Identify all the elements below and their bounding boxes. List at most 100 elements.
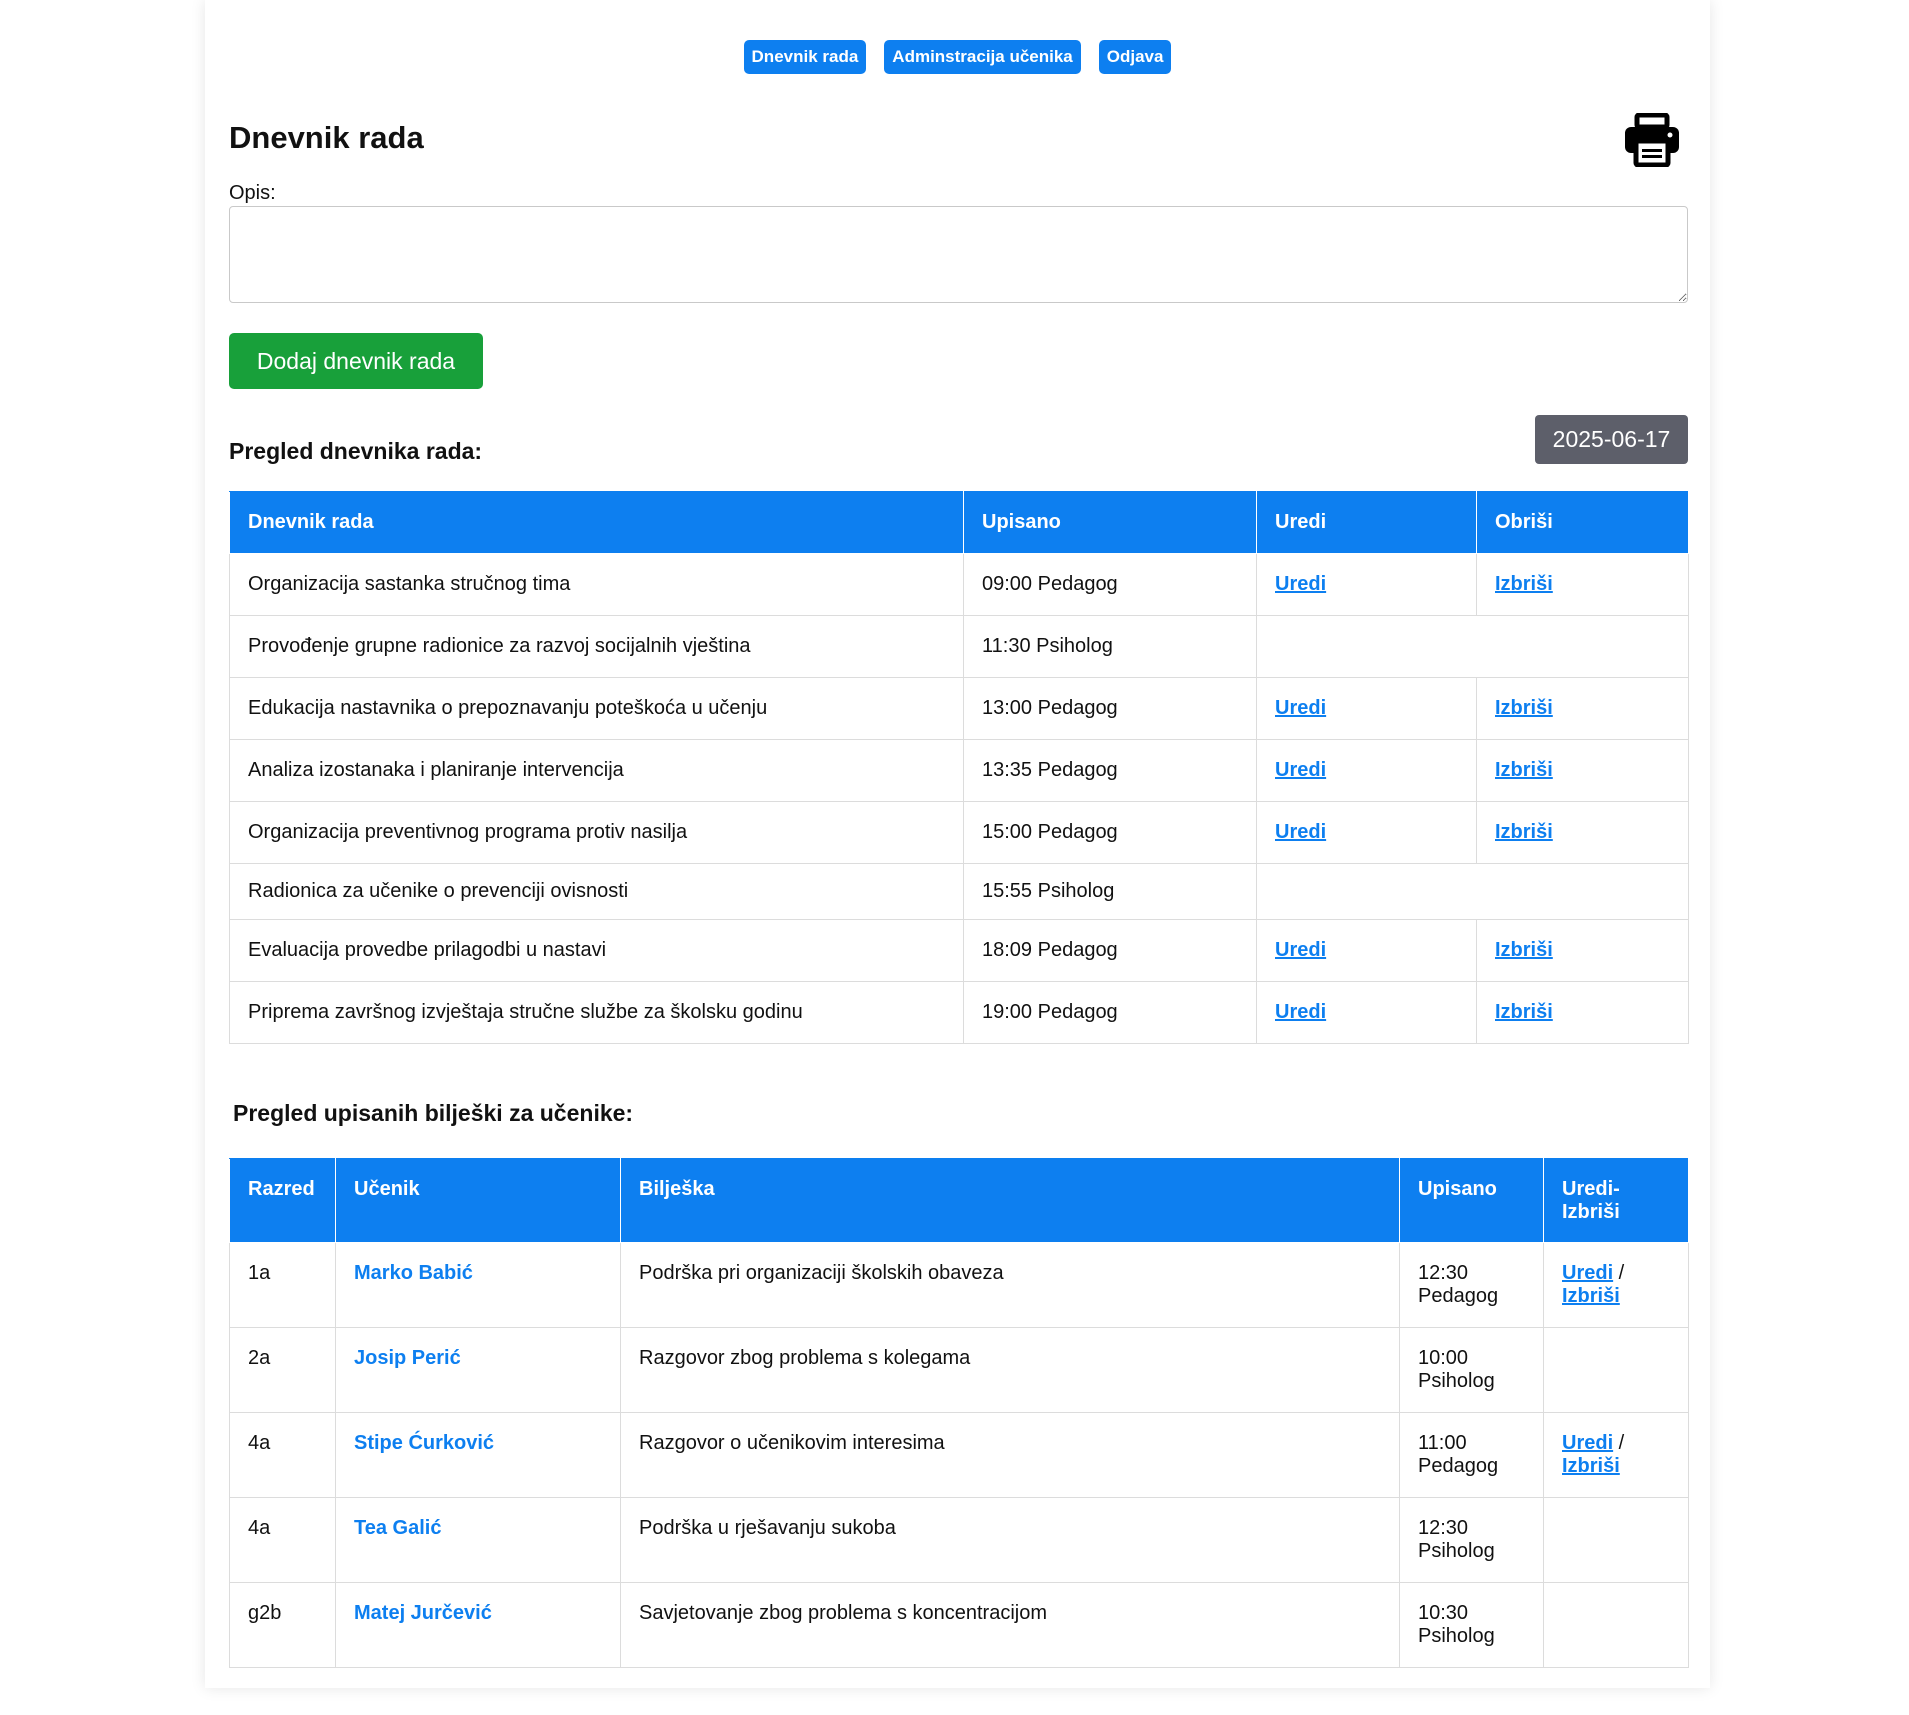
delete-link[interactable]: Izbriši — [1495, 1001, 1553, 1023]
journal-entry-text: Priprema završnog izvještaja stručne slu… — [229, 981, 964, 1044]
action-separator: / — [1613, 1262, 1625, 1284]
note-actions: Uredi / Izbriši — [1543, 1412, 1689, 1498]
edit-link[interactable]: Uredi — [1275, 821, 1326, 843]
note-actions — [1543, 1582, 1689, 1668]
page-container: Dnevnik rada Adminstracija učenika Odjava … — [205, 0, 1710, 1688]
edit-link[interactable]: Uredi — [1275, 697, 1326, 719]
notes-table: Razred Učenik Bilješka Upisano Uredi- Izb… — [229, 1158, 1689, 1668]
journal-entry-upisano: 15:55 Psiholog — [963, 863, 1257, 920]
top-nav: Dnevnik rada Adminstracija učenika Odjava — [205, 40, 1710, 74]
student-link[interactable]: Matej Jurčević — [354, 1602, 492, 1624]
note-time: 10:00 — [1418, 1347, 1469, 1369]
journal-delete-cell: Izbriši — [1476, 677, 1689, 740]
delete-link[interactable]: Izbriši — [1562, 1285, 1620, 1307]
note-actions — [1543, 1327, 1689, 1413]
notes-heading: Pregled upisanih bilješki za učenike: — [233, 1100, 634, 1126]
journal-entry-upisano: 11:30 Psiholog — [963, 615, 1257, 678]
edit-link[interactable]: Uredi — [1275, 573, 1326, 595]
note-biljeska: Podrška u rješavanju sukoba — [620, 1497, 1400, 1583]
delete-link[interactable]: Izbriši — [1495, 573, 1553, 595]
note-biljeska: Podrška pri organizaciji školskih obavez… — [620, 1242, 1400, 1328]
note-time: 10:30 — [1418, 1602, 1469, 1624]
nav-dnevnik-rada[interactable]: Dnevnik rada — [743, 40, 867, 74]
nav-administracija-ucenika[interactable]: Adminstracija učenika — [884, 40, 1081, 74]
note-razred: 1a — [229, 1242, 336, 1328]
journal-entry-text: Organizacija preventivnog programa proti… — [229, 801, 964, 864]
note-biljeska: Savjetovanje zbog problema s koncentraci… — [620, 1582, 1400, 1668]
page-title: Dnevnik rada — [229, 120, 424, 155]
note-razred: g2b — [229, 1582, 336, 1668]
note-actions — [1543, 1497, 1689, 1583]
notes-header-row: Razred Učenik Bilješka Upisano Uredi- Izb… — [229, 1158, 1689, 1243]
delete-link[interactable]: Izbriši — [1495, 821, 1553, 843]
journal-delete-cell: Izbriši — [1476, 801, 1689, 864]
table-row: Analiza izostanaka i planiranje interven… — [229, 739, 1689, 802]
printer-icon[interactable] — [1623, 113, 1681, 167]
journal-col-dnevnik: Dnevnik rada — [229, 491, 964, 554]
journal-table: Dnevnik rada Upisano Uredi Obriši Organi… — [229, 491, 1689, 1044]
table-row: Priprema završnog izvještaja stručne slu… — [229, 981, 1689, 1044]
student-link[interactable]: Josip Perić — [354, 1347, 461, 1369]
note-time: 12:30 — [1418, 1262, 1469, 1284]
journal-edit-cell: Uredi — [1256, 739, 1477, 802]
delete-link[interactable]: Izbriši — [1495, 697, 1553, 719]
journal-entry-upisano: 09:00 Pedagog — [963, 553, 1257, 616]
delete-link[interactable]: Izbriši — [1495, 939, 1553, 961]
note-upisano: 10:30 Psiholog — [1399, 1582, 1544, 1668]
journal-header-row: Dnevnik rada Upisano Uredi Obriši — [229, 491, 1689, 554]
edit-link[interactable]: Uredi — [1275, 759, 1326, 781]
nav-odjava[interactable]: Odjava — [1098, 40, 1172, 74]
journal-edit-cell: Uredi — [1256, 981, 1477, 1044]
table-row: g2b Matej Jurčević Savjetovanje zbog pro… — [229, 1582, 1689, 1668]
journal-entry-text: Edukacija nastavnika o prepoznavanju pot… — [229, 677, 964, 740]
table-row: Organizacija preventivnog programa proti… — [229, 801, 1689, 864]
delete-link[interactable]: Izbriši — [1562, 1455, 1620, 1477]
action-separator: / — [1613, 1432, 1625, 1454]
journal-edit-cell: Uredi — [1256, 919, 1477, 982]
journal-col-uredi: Uredi — [1256, 491, 1477, 554]
journal-edit-cell: Uredi — [1256, 677, 1477, 740]
table-row: 4a Tea Galić Podrška u rješavanju sukoba… — [229, 1497, 1689, 1583]
journal-entry-text: Radionica za učenike o prevenciji ovisno… — [229, 863, 964, 920]
student-link[interactable]: Marko Babić — [354, 1262, 473, 1284]
notes-col-actions: Uredi- Izbriši — [1543, 1158, 1689, 1243]
note-actions: Uredi / Izbriši — [1543, 1242, 1689, 1328]
opis-textarea[interactable] — [229, 206, 1688, 303]
journal-entry-text: Provođenje grupne radionice za razvoj so… — [229, 615, 964, 678]
journal-delete-cell: Izbriši — [1476, 919, 1689, 982]
journal-entry-upisano: 19:00 Pedagog — [963, 981, 1257, 1044]
journal-heading: Pregled dnevnika rada: — [229, 438, 483, 464]
note-upisano: 12:30 Psiholog — [1399, 1497, 1544, 1583]
add-journal-button[interactable]: Dodaj dnevnik rada — [229, 333, 483, 389]
student-link[interactable]: Stipe Ćurković — [354, 1432, 494, 1454]
date-picker-button[interactable]: 2025-06-17 — [1535, 415, 1688, 464]
edit-link[interactable]: Uredi — [1275, 1001, 1326, 1023]
note-ucenik-cell: Marko Babić — [335, 1242, 621, 1328]
journal-delete-cell: Izbriši — [1476, 739, 1689, 802]
table-row: Edukacija nastavnika o prepoznavanju pot… — [229, 677, 1689, 740]
journal-entry-upisano: 18:09 Pedagog — [963, 919, 1257, 982]
note-upisano: 11:00 Pedagog — [1399, 1412, 1544, 1498]
note-role: Psiholog — [1418, 1370, 1495, 1392]
edit-link[interactable]: Uredi — [1275, 939, 1326, 961]
journal-entry-text: Analiza izostanaka i planiranje interven… — [229, 739, 964, 802]
journal-col-obrisi: Obriši — [1476, 491, 1689, 554]
note-ucenik-cell: Tea Galić — [335, 1497, 621, 1583]
student-link[interactable]: Tea Galić — [354, 1517, 441, 1539]
note-role: Pedagog — [1418, 1285, 1499, 1307]
edit-link[interactable]: Uredi — [1562, 1262, 1613, 1284]
note-razred: 4a — [229, 1497, 336, 1583]
edit-link[interactable]: Uredi — [1562, 1432, 1613, 1454]
note-role: Pedagog — [1418, 1455, 1499, 1477]
journal-entry-text: Organizacija sastanka stručnog tima — [229, 553, 964, 616]
delete-link[interactable]: Izbriši — [1495, 759, 1553, 781]
table-row: 2a Josip Perić Razgovor zbog problema s … — [229, 1327, 1689, 1413]
table-row: 4a Stipe Ćurković Razgovor o učenikovim … — [229, 1412, 1689, 1498]
note-ucenik-cell: Stipe Ćurković — [335, 1412, 621, 1498]
journal-empty-actions — [1256, 863, 1689, 920]
notes-col-ucenik: Učenik — [335, 1158, 621, 1243]
table-row: Provođenje grupne radionice za razvoj so… — [229, 615, 1689, 678]
notes-col-razred: Razred — [229, 1158, 336, 1243]
journal-edit-cell: Uredi — [1256, 553, 1477, 616]
note-biljeska: Razgovor zbog problema s kolegama — [620, 1327, 1400, 1413]
